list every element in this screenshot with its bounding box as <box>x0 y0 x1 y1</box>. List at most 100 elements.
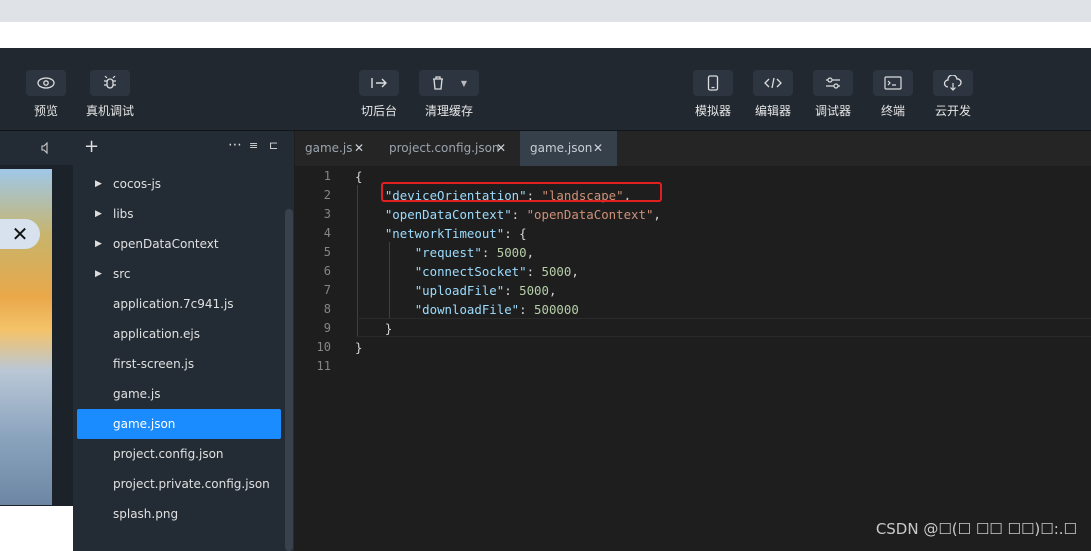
line-number: 3 <box>323 207 331 221</box>
file-item[interactable]: application.ejs <box>77 319 281 349</box>
file-item[interactable]: game.js <box>77 379 281 409</box>
main-toolbar: 预览 真机调试 切后台 ▼ 清理缓存 模拟器 编辑器 调试器 终端 云开发 <box>0 48 1091 130</box>
tab-label: game.js <box>305 141 353 155</box>
code-token: , <box>653 207 661 222</box>
switch-background-button[interactable]: 切后台 <box>339 70 419 119</box>
explorer-header: + ⋯ ≡ ⊏ <box>73 131 294 165</box>
line-number: 7 <box>323 283 331 297</box>
file-name: game.json <box>113 417 176 431</box>
cloud-dev-button[interactable]: 云开发 <box>913 70 993 119</box>
cloud-icon <box>933 70 973 96</box>
close-icon[interactable]: ✕ <box>354 131 364 166</box>
json-key: "openDataContext" <box>384 207 512 222</box>
code-token: , <box>571 264 579 279</box>
code-token: { <box>355 169 363 184</box>
file-name: openDataContext <box>113 237 219 251</box>
line-number: 6 <box>323 264 331 278</box>
code-token: : <box>526 264 542 279</box>
file-item[interactable]: game.json <box>77 409 281 439</box>
simulator-bottom-area <box>0 506 73 551</box>
code-token: : <box>519 302 535 317</box>
code-token: : <box>511 207 527 222</box>
annotation-highlight-box <box>381 182 662 202</box>
folder-item[interactable]: ▶ libs <box>77 199 281 229</box>
file-name: project.config.json <box>113 447 224 461</box>
tab-label: project.config.json <box>389 141 500 155</box>
code-token: : { <box>504 226 527 241</box>
chevron-right-icon[interactable]: ▶ <box>95 259 102 289</box>
phone-icon <box>693 70 733 96</box>
clear-cache-label: 清理缓存 <box>424 104 473 118</box>
file-name: libs <box>113 207 134 221</box>
line-number: 5 <box>323 245 331 259</box>
tab-label: game.json <box>530 141 593 155</box>
code-token: : <box>481 245 497 260</box>
file-name: application.7c941.js <box>113 297 234 311</box>
json-number: 5000 <box>541 264 572 279</box>
indent-guide <box>357 185 358 337</box>
file-item[interactable]: project.private.config.json <box>77 469 281 499</box>
folder-item[interactable]: ▶ cocos-js <box>77 169 281 199</box>
current-line-highlight <box>356 318 1091 337</box>
cloud-dev-label: 云开发 <box>934 104 971 118</box>
close-icon[interactable]: ✕ <box>0 219 40 249</box>
terminal-icon <box>873 70 913 96</box>
line-number: 4 <box>323 226 331 240</box>
chevron-right-icon[interactable]: ▶ <box>95 199 102 229</box>
file-explorer: + ⋯ ≡ ⊏ ▶ cocos-js ▶ libs ▶ openDataContext ▶ s… <box>73 131 294 551</box>
line-number: 9 <box>323 321 331 335</box>
switch-background-icon <box>359 70 399 96</box>
explorer-scrollbar[interactable] <box>285 209 293 551</box>
line-number: 8 <box>323 302 331 316</box>
file-name: project.private.config.json <box>113 477 270 491</box>
folder-item[interactable]: ▶ openDataContext <box>77 229 281 259</box>
speaker-icon[interactable] <box>40 142 52 154</box>
file-item[interactable]: project.config.json <box>77 439 281 469</box>
code-line: "request": 5000, <box>355 243 534 262</box>
debug-bug-icon <box>90 70 130 96</box>
chevron-down-icon: ▼ <box>460 78 468 88</box>
collapse-icon[interactable]: ≡ <box>249 139 258 152</box>
layout-icon[interactable]: ⊏ <box>269 139 278 152</box>
simulator-panel: ✕ <box>0 131 73 551</box>
json-key: "connectSocket" <box>414 264 527 279</box>
add-icon[interactable]: + <box>84 136 99 157</box>
file-item[interactable]: application.7c941.js <box>77 289 281 319</box>
folder-item[interactable]: ▶ src <box>77 259 281 289</box>
chevron-right-icon[interactable]: ▶ <box>95 229 102 259</box>
code-line: "networkTimeout": { <box>355 224 527 243</box>
json-number: 500000 <box>534 302 579 317</box>
file-name: src <box>113 267 131 281</box>
code-token: , <box>548 283 557 298</box>
file-item[interactable]: splash.png <box>77 499 281 529</box>
close-icon[interactable]: ✕ <box>496 131 506 166</box>
json-number: 5000 <box>519 283 549 298</box>
file-name: cocos-js <box>113 177 162 191</box>
code-token: } <box>355 340 363 355</box>
json-key: "networkTimeout" <box>384 226 505 241</box>
file-name: game.js <box>113 387 161 401</box>
code-line: "uploadFile": 5000, <box>355 281 557 300</box>
simulator-header <box>0 131 73 165</box>
json-key: "request" <box>414 245 482 260</box>
device-debug-label: 真机调试 <box>85 104 134 118</box>
switch-background-label: 切后台 <box>360 104 397 118</box>
tab-game-js[interactable]: game.js ✕ <box>295 131 379 166</box>
json-number: 5000 <box>496 245 527 260</box>
more-icon[interactable]: ⋯ <box>228 137 242 153</box>
tab-project-config-json[interactable]: project.config.json ✕ <box>379 131 523 166</box>
chevron-right-icon[interactable]: ▶ <box>95 169 102 199</box>
indent-guide <box>389 242 390 318</box>
close-icon[interactable]: ✕ <box>593 131 603 166</box>
file-name: first-screen.js <box>113 357 195 371</box>
clear-cache-button[interactable]: ▼ 清理缓存 <box>409 70 489 119</box>
device-debug-button[interactable]: 真机调试 <box>70 70 150 119</box>
tab-game-json[interactable]: game.json ✕ <box>520 131 617 166</box>
line-number: 11 <box>316 359 331 373</box>
file-item[interactable]: first-screen.js <box>77 349 281 379</box>
code-icon <box>753 70 793 96</box>
